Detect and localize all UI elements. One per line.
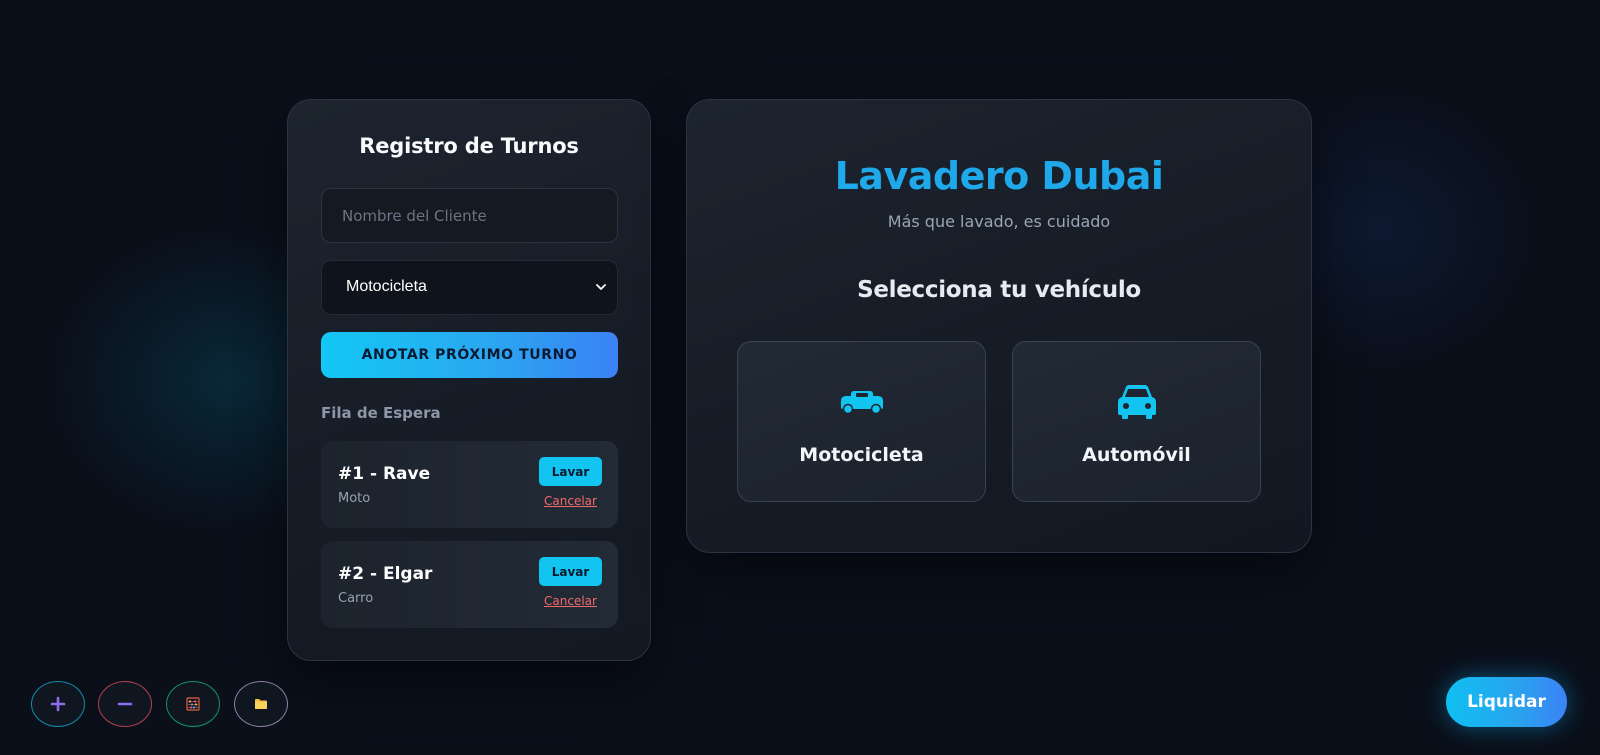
folder-button[interactable]: [234, 681, 288, 727]
abacus-icon: [186, 697, 200, 711]
wash-button[interactable]: Lavar: [539, 457, 602, 486]
brand-tagline: Más que lavado, es cuidado: [887, 212, 1111, 231]
turns-panel: Registro de Turnos Motocicleta ANOTAR PR…: [287, 99, 651, 661]
queue-item-vehicle: Carro: [338, 591, 374, 606]
folder-icon: [255, 699, 267, 709]
brand-title: Lavadero Dubai: [834, 154, 1164, 198]
cancel-link[interactable]: Cancelar: [539, 594, 602, 608]
remove-button[interactable]: [98, 681, 152, 727]
vehicle-card-car[interactable]: Automóvil: [1012, 341, 1261, 502]
select-vehicle-title: Selecciona tu vehículo: [857, 277, 1141, 303]
motorcycle-icon: [840, 391, 883, 415]
chevron-down-icon: [596, 284, 606, 290]
queue-item: #2 - Elgar Carro Lavar Cancelar: [321, 541, 618, 628]
liquidar-button[interactable]: Liquidar: [1446, 677, 1567, 727]
vehicle-type-selected: Motocicleta: [346, 278, 427, 295]
vehicle-card-label: Automóvil: [1082, 444, 1191, 466]
minus-icon: [117, 702, 133, 706]
vehicle-card-motorcycle[interactable]: Motocicleta: [737, 341, 986, 502]
car-icon: [1117, 385, 1156, 419]
queue-item-vehicle: Moto: [338, 491, 371, 506]
cancel-link[interactable]: Cancelar: [539, 494, 602, 508]
queue-item: #1 - Rave Moto Lavar Cancelar: [321, 441, 618, 528]
queue-item-name: #2 - Elgar: [338, 564, 433, 584]
turns-panel-title: Registro de Turnos: [359, 134, 579, 158]
add-button[interactable]: [31, 681, 85, 727]
vehicle-type-select[interactable]: Motocicleta: [321, 260, 618, 315]
vehicle-selection-panel: Lavadero Dubai Más que lavado, es cuidad…: [686, 99, 1312, 553]
plus-icon: [50, 696, 66, 712]
add-next-turn-button[interactable]: ANOTAR PRÓXIMO TURNO: [321, 332, 618, 378]
wash-button[interactable]: Lavar: [539, 557, 602, 586]
calculate-button[interactable]: [166, 681, 220, 727]
queue-title: Fila de Espera: [321, 404, 441, 422]
vehicle-card-label: Motocicleta: [799, 444, 924, 466]
queue-item-name: #1 - Rave: [338, 464, 431, 484]
client-name-input[interactable]: [321, 188, 618, 243]
